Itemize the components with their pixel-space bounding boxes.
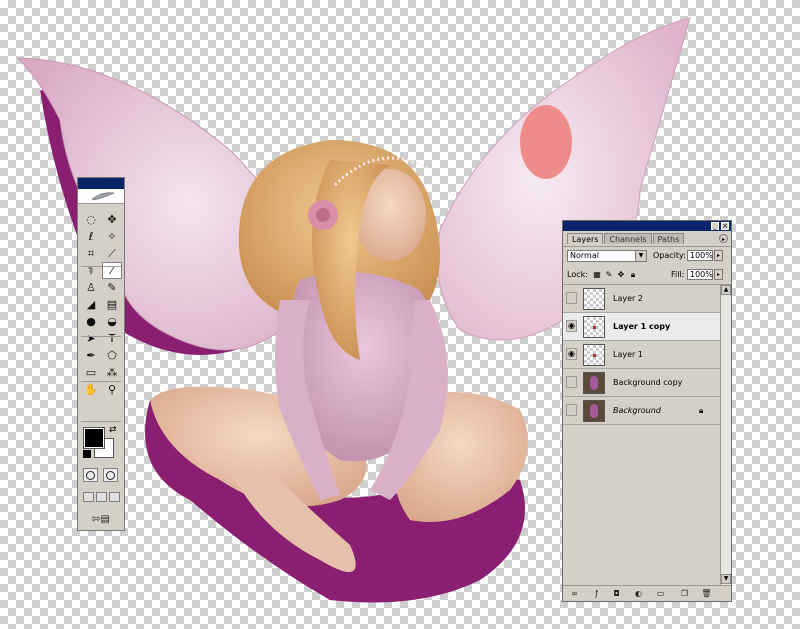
scroll-up-icon[interactable]: ▲ xyxy=(721,285,731,295)
type-tool-icon[interactable]: T xyxy=(102,330,122,347)
layer-name: Layer 2 xyxy=(613,294,643,303)
layers-footer: ∞ ƒ ◘ ◐ ▭ ❐ 🗑︎ xyxy=(563,585,731,602)
dodge-icon[interactable]: ◒ xyxy=(102,313,122,330)
visibility-eye-icon[interactable]: ◉ xyxy=(566,348,577,360)
notes-icon[interactable]: ▭ xyxy=(81,364,101,381)
opacity-slider-button[interactable]: ▸ xyxy=(714,250,723,261)
tab-paths[interactable]: Paths xyxy=(652,233,685,244)
swap-colors-icon[interactable]: ⇄ xyxy=(109,425,117,435)
eyedropper-icon[interactable]: ⁂ xyxy=(102,364,122,381)
zoom-icon[interactable]: ⚲ xyxy=(102,381,122,398)
fill-field[interactable]: 100% xyxy=(687,269,713,280)
move-icon[interactable]: ✥ xyxy=(102,211,122,228)
painted-pink-spot xyxy=(520,105,572,179)
tab-layers[interactable]: Layers xyxy=(567,233,604,244)
brush-icon[interactable]: ⁄ xyxy=(102,262,122,279)
quick-mask-button[interactable] xyxy=(103,468,118,482)
panel-menu-icon[interactable]: ▸ xyxy=(719,234,728,243)
new-layer-icon[interactable]: ❐ xyxy=(679,589,690,599)
fill-label: Fill: xyxy=(671,270,685,279)
layer-thumbnail xyxy=(583,400,605,422)
lock-position-icon[interactable]: ✥ xyxy=(617,270,625,279)
standard-mode-button[interactable] xyxy=(83,468,98,482)
layer-thumbnail xyxy=(583,288,605,310)
foreground-color-swatch[interactable] xyxy=(83,427,105,449)
layer-list: Layer 2 ◉ Layer 1 copy ◉ Layer 1 Background c… xyxy=(563,285,720,585)
close-icon[interactable]: × xyxy=(721,222,729,230)
new-group-icon[interactable]: ▭ xyxy=(655,589,666,599)
path-select-icon[interactable]: ➤ xyxy=(81,330,101,347)
fill-slider-button[interactable]: ▸ xyxy=(714,269,723,280)
adjustment-layer-icon[interactable]: ◐ xyxy=(633,589,644,599)
layer-lock-icon: 🔒︎ xyxy=(699,406,704,415)
visibility-eye-icon[interactable] xyxy=(566,404,577,416)
layer-row[interactable]: Background 🔒︎ xyxy=(563,397,720,425)
layer-name: Layer 1 copy xyxy=(613,322,671,331)
delete-layer-icon[interactable]: 🗑︎ xyxy=(701,589,712,599)
layer-style-icon[interactable]: ƒ xyxy=(591,589,602,599)
history-brush-icon[interactable]: ✎ xyxy=(102,279,122,296)
layer-row[interactable]: Background copy xyxy=(563,369,720,397)
lock-label: Lock: xyxy=(567,270,588,279)
eraser-icon[interactable]: ◢ xyxy=(81,296,101,313)
blur-icon[interactable]: ● xyxy=(81,313,101,330)
pen-icon[interactable]: ✒ xyxy=(81,347,101,364)
screen-mode-full-button[interactable] xyxy=(109,492,120,502)
opacity-field[interactable]: 100% xyxy=(687,250,713,261)
lock-all-icon[interactable]: 🔒︎ xyxy=(629,270,637,279)
lasso-icon[interactable]: ℓ xyxy=(81,228,101,245)
layer-name: Layer 1 xyxy=(613,350,643,359)
tab-channels[interactable]: Channels xyxy=(604,233,652,244)
marquee-icon[interactable]: ◌ xyxy=(81,211,101,228)
layer-row[interactable]: ◉ Layer 1 copy xyxy=(563,313,720,341)
layers-titlebar[interactable]: _ × xyxy=(563,221,731,231)
slice-icon[interactable]: ⟋ xyxy=(102,245,122,262)
opacity-label: Opacity: xyxy=(653,251,686,260)
visibility-eye-icon[interactable] xyxy=(566,376,577,388)
link-layers-icon[interactable]: ∞ xyxy=(569,589,580,599)
visibility-eye-icon[interactable]: ◉ xyxy=(566,320,577,332)
chevron-down-icon: ▼ xyxy=(635,251,646,261)
layer-name: Background copy xyxy=(613,378,683,387)
scroll-down-icon[interactable]: ▼ xyxy=(721,574,731,584)
layer-row[interactable]: Layer 2 xyxy=(563,285,720,313)
minimize-icon[interactable]: _ xyxy=(711,222,719,230)
screen-mode-menubar-button[interactable] xyxy=(96,492,107,502)
shape-icon[interactable]: ⬠ xyxy=(102,347,122,364)
jump-to-imageready-button[interactable]: ⇰▤ xyxy=(86,512,116,526)
healing-brush-icon[interactable]: ⚕ xyxy=(81,262,101,279)
visibility-eye-icon[interactable] xyxy=(566,292,577,304)
feather-logo[interactable] xyxy=(78,189,124,204)
blend-mode-select[interactable]: Normal ▼ xyxy=(567,250,647,262)
clone-stamp-icon[interactable]: ♙ xyxy=(81,279,101,296)
layer-thumbnail xyxy=(583,316,605,338)
screen-mode-standard-button[interactable] xyxy=(83,492,94,502)
gradient-icon[interactable]: ▤ xyxy=(102,296,122,313)
layer-row[interactable]: ◉ Layer 1 xyxy=(563,341,720,369)
crop-icon[interactable]: ⌗ xyxy=(81,245,101,262)
tools-titlebar[interactable] xyxy=(78,178,124,189)
lock-transparency-icon[interactable]: ▦ xyxy=(593,270,601,279)
magic-wand-icon[interactable]: ✧ xyxy=(102,228,122,245)
lock-image-icon[interactable]: ✎ xyxy=(605,270,613,279)
hand-icon[interactable]: ✋ xyxy=(81,381,101,398)
layer-name: Background xyxy=(613,406,661,415)
layer-thumbnail xyxy=(583,344,605,366)
layers-scrollbar[interactable]: ▲ ▼ xyxy=(720,285,731,585)
blend-mode-value: Normal xyxy=(570,251,599,260)
layers-palette: _ × Layers Channels Paths ▸ Normal ▼ Opa… xyxy=(562,220,732,602)
layer-thumbnail xyxy=(583,372,605,394)
tools-palette: ◌ ✥ ℓ ✧ ⌗ ⟋ ⚕ ⁄ ♙ ✎ ◢ ▤ ● ◒ ➤ T ✒ ⬠ ▭ ⁂ ✋ ⚲ ⇄ ⇰▤ xyxy=(77,177,125,531)
layer-mask-icon[interactable]: ◘ xyxy=(611,589,622,599)
default-colors-icon[interactable] xyxy=(83,450,91,458)
